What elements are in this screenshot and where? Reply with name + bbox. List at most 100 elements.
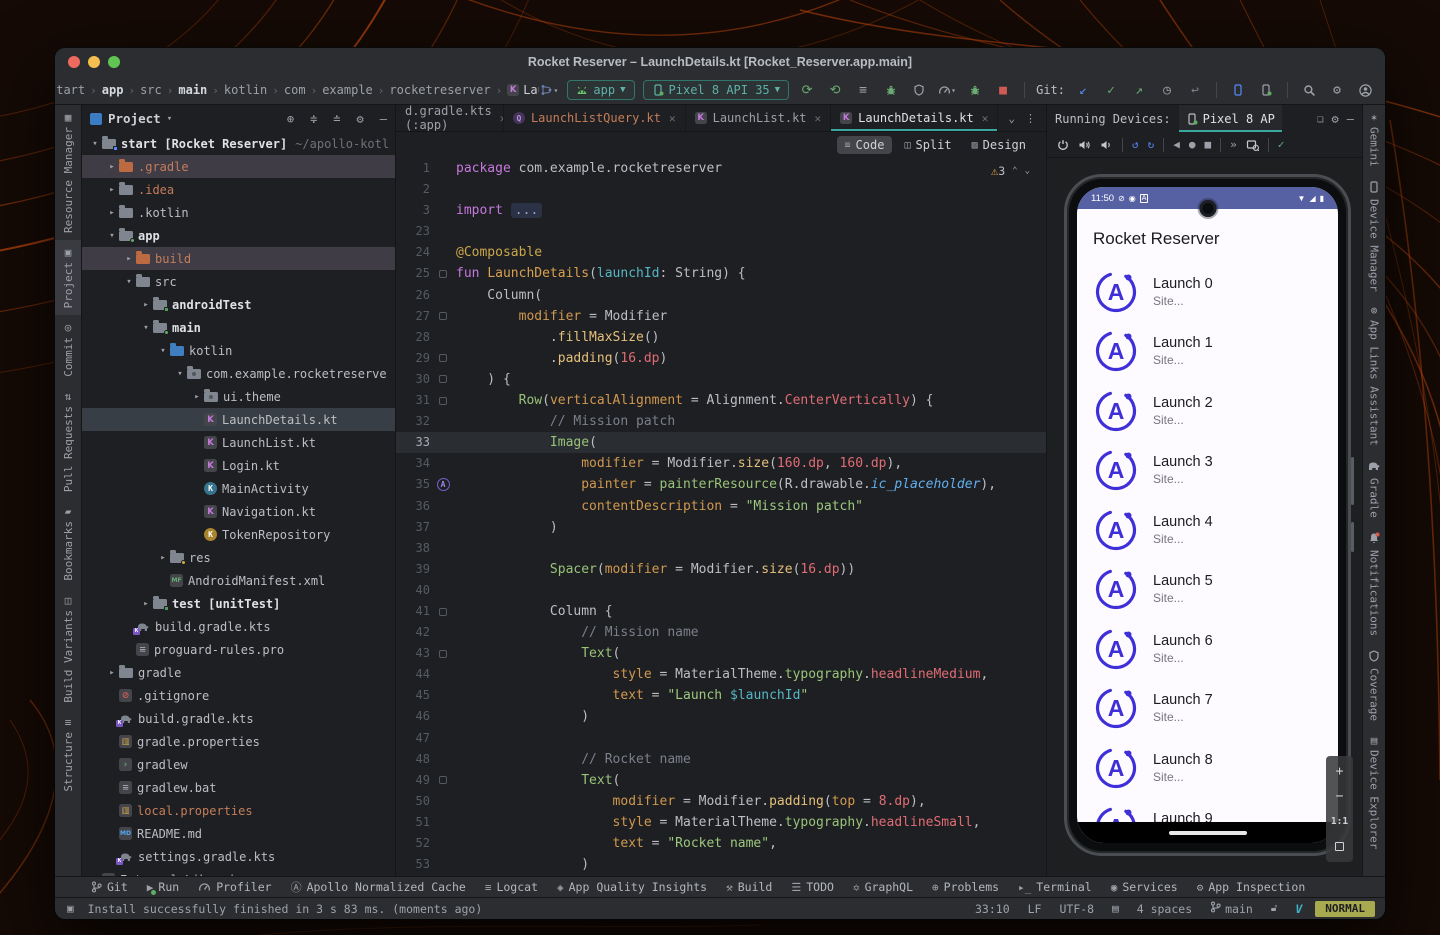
rotate-left-icon[interactable]: ↺ <box>1132 138 1139 151</box>
editor-tab-d.gradle.kts-app-[interactable]: d.gradle.kts (:app)✕ <box>396 105 504 131</box>
hierarchy-selector-icon[interactable]: ▾ <box>539 80 559 100</box>
launch-list-item[interactable]: A Launch 3 Site... <box>1077 441 1338 501</box>
tool-window-button-terminal[interactable]: ▸_ Terminal <box>1018 880 1092 894</box>
profiler-icon[interactable]: ▾ <box>937 80 957 100</box>
tree-chevron-icon[interactable]: ▾ <box>88 139 102 149</box>
back-icon[interactable]: ◀ <box>1173 138 1180 151</box>
search-icon[interactable] <box>1299 80 1319 100</box>
tree-item-readme.md[interactable]: MD README.md <box>82 822 395 845</box>
tree-item-.kotlin[interactable]: ▸ .kotlin <box>82 201 395 224</box>
history-icon[interactable]: ◷ <box>1157 80 1177 100</box>
attach-debugger-icon[interactable] <box>909 80 929 100</box>
volume-up-icon[interactable] <box>1078 139 1091 151</box>
launch-list[interactable]: A Launch 0 Site... A Launch 1 Site... A … <box>1077 262 1338 843</box>
account-icon[interactable] <box>1355 80 1375 100</box>
tool-window-button-services[interactable]: ◉ Services <box>1111 880 1178 894</box>
inspection-widget[interactable]: ⚠3 ⌃ ⌄ <box>991 161 1030 182</box>
device-tab-pixel8[interactable]: Pixel 8 AP <box>1178 105 1283 132</box>
tree-item-res[interactable]: ▸ res <box>82 546 395 569</box>
panel-settings-icon[interactable]: ⚙ <box>357 112 364 126</box>
tree-item-gradle[interactable]: ▸ gradle <box>82 661 395 684</box>
tree-item-gradlew[interactable]: › gradlew <box>82 753 395 776</box>
launch-list-item[interactable]: A Launch 6 Site... <box>1077 619 1338 679</box>
hide-panel-icon[interactable]: — <box>380 112 387 126</box>
tree-item-main[interactable]: ▾ main <box>82 316 395 339</box>
close-tab-icon[interactable]: ✕ <box>815 112 822 125</box>
screenshot-icon[interactable] <box>1246 138 1259 151</box>
tree-item-navigation.kt[interactable]: K Navigation.kt <box>82 500 395 523</box>
tree-chevron-icon[interactable]: ▾ <box>173 369 187 379</box>
locate-file-icon[interactable]: ⊕ <box>287 112 294 126</box>
breadcrumb-item[interactable]: app <box>102 83 124 97</box>
reader-mode-icon[interactable]: ▤ <box>1107 902 1124 915</box>
home-icon[interactable]: ● <box>1189 138 1196 151</box>
tree-item-kotlin[interactable]: ▾ kotlin <box>82 339 395 362</box>
tool-strip-item-structure[interactable]: ≡ Structure <box>55 710 81 799</box>
tree-item-build.gradle.kts[interactable]: Kbuild.gradle.kts <box>82 615 395 638</box>
tool-window-button-problems[interactable]: ⊕ Problems <box>932 880 999 894</box>
editor-tab-launchlist.kt[interactable]: K LaunchList.kt ✕ <box>686 105 832 131</box>
launch-list-item[interactable]: A Launch 8 Site... <box>1077 738 1338 798</box>
add-device-icon[interactable] <box>1256 80 1276 100</box>
tool-strip-item-project[interactable]: ▣ Project <box>55 239 81 316</box>
fold-marker-icon[interactable] <box>439 312 447 321</box>
settings-icon[interactable]: ⚙ <box>1327 80 1347 100</box>
breadcrumb-item[interactable]: main <box>178 83 207 97</box>
breadcrumb-item[interactable]: kotlin <box>224 83 267 97</box>
expand-all-icon[interactable]: ≑ <box>310 112 317 126</box>
tool-strip-item-gemini[interactable]: ✶ Gemini <box>1363 105 1385 174</box>
tree-chevron-icon[interactable]: ▸ <box>139 599 153 609</box>
line-ending-indicator[interactable]: LF <box>1023 902 1047 916</box>
tree-chevron-icon[interactable]: ▸ <box>122 254 136 264</box>
tree-chevron-icon[interactable]: ▾ <box>156 346 170 356</box>
editor-tab-launchlistquery.kt[interactable]: Q LaunchListQuery.kt ✕ <box>504 105 686 131</box>
encoding-indicator[interactable]: UTF-8 <box>1054 902 1099 916</box>
tool-window-button-build[interactable]: ⚒ Build <box>726 880 772 894</box>
next-warning-icon[interactable]: ⌄ <box>1025 161 1030 182</box>
breadcrumb-item[interactable]: com <box>284 83 306 97</box>
launch-list-item[interactable]: A Launch 0 Site... <box>1077 262 1338 322</box>
tool-window-button-run[interactable]: ▶ Run <box>147 880 179 894</box>
fold-marker-icon[interactable] <box>439 776 447 785</box>
lock-icon[interactable]: 🔓︎ <box>1266 903 1282 914</box>
tree-item-tokenrepository[interactable]: K TokenRepository <box>82 523 395 546</box>
power-icon[interactable] <box>1057 139 1069 151</box>
tree-chevron-icon[interactable]: ▾ <box>139 323 153 333</box>
tree-item-gradle.properties[interactable]: ▥ gradle.properties <box>82 730 395 753</box>
zoom-in-button[interactable]: + <box>1326 760 1353 783</box>
code-area[interactable]: 1 package com.example.rocketreserver 2 3 imp… <box>396 158 1046 876</box>
tree-item-login.kt[interactable]: K Login.kt <box>82 454 395 477</box>
prev-warning-icon[interactable]: ⌃ <box>1012 161 1017 182</box>
tree-item-src[interactable]: ▾ src <box>82 270 395 293</box>
profiler-list-icon[interactable]: ≡ <box>853 80 873 100</box>
tree-item-test-unittest-[interactable]: ▸ test [unitTest] <box>82 592 395 615</box>
zoom-window-button[interactable] <box>108 56 120 68</box>
tool-strip-item-coverage[interactable]: Coverage <box>1363 643 1385 728</box>
tree-item-com.example.rocketreserve[interactable]: ▾ com.example.rocketreserve <box>82 362 395 385</box>
fold-marker-icon[interactable] <box>439 375 447 384</box>
collapse-all-icon[interactable]: ≐ <box>333 112 340 126</box>
tree-chevron-icon[interactable]: ▸ <box>105 162 119 172</box>
zoom-reset-button[interactable]: 1:1 <box>1326 810 1353 833</box>
debug-icon[interactable] <box>881 80 901 100</box>
rotate-right-icon[interactable]: ↻ <box>1148 138 1155 151</box>
editor-mode-split[interactable]: ◫ Split <box>896 136 959 154</box>
tree-item-build[interactable]: ▸ build <box>82 247 395 270</box>
device-panel-settings-icon[interactable]: ⚙ <box>1332 112 1339 126</box>
editor-tab-launchdetails.kt[interactable]: K LaunchDetails.kt ✕ <box>831 105 999 131</box>
update-project-icon[interactable]: ↙ <box>1073 80 1093 100</box>
tool-window-button-logcat[interactable]: ≡ Logcat <box>485 880 538 894</box>
tool-strip-item-pull-requests[interactable]: ⇅ Pull Requests <box>55 384 81 499</box>
launch-list-item[interactable]: A Launch 5 Site... <box>1077 560 1338 620</box>
zoom-fit-button[interactable] <box>1326 835 1353 858</box>
breadcrumb-item[interactable]: rocketreserver <box>389 83 490 97</box>
tree-chevron-icon[interactable]: ▾ <box>122 277 136 287</box>
tool-window-button-git[interactable]: Git <box>91 880 128 894</box>
volume-down-icon[interactable] <box>1100 139 1113 151</box>
tree-item-external-libraries[interactable]: ▸▥External Libraries <box>82 868 395 876</box>
tool-strip-item-device-manager[interactable]: Device Manager <box>1363 174 1385 299</box>
more-icon[interactable]: » <box>1230 138 1237 151</box>
fold-marker-icon[interactable] <box>439 354 447 363</box>
tool-strip-item-commit[interactable]: ◎ Commit <box>55 315 81 384</box>
phone-screen[interactable]: 11:50 ⊘ ◉ A ▼ ◢ ▮ Rocket Reserver A Laun… <box>1077 187 1338 843</box>
